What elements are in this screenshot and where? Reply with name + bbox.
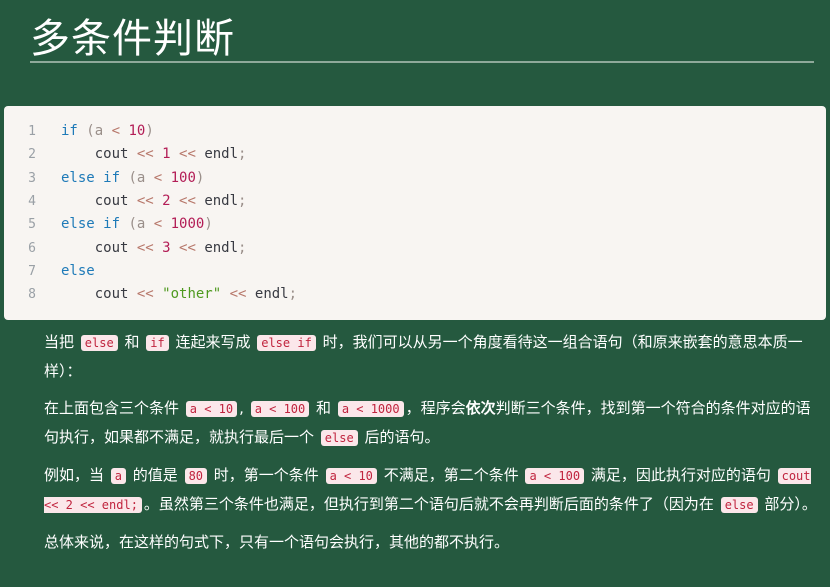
text: 满足，因此执行对应的语句 [586, 466, 776, 484]
explanation-text: 当把 else 和 if 连起来写成 else if 时，我们可以从另一个角度看… [44, 328, 822, 565]
inline-code: a < 100 [525, 468, 585, 484]
text: 和 [311, 399, 336, 417]
line-number: 1 [28, 124, 36, 139]
text: 的值是 [128, 466, 183, 484]
text: 不满足，第二个条件 [378, 466, 524, 484]
code-text: cout << "other" << endl; [61, 286, 298, 303]
inline-code: else if [257, 335, 316, 351]
line-number: 8 [28, 287, 36, 303]
inline-code: a < 10 [185, 401, 238, 417]
inline-code: if [146, 335, 169, 351]
code-text: else [61, 262, 95, 279]
paragraph: 在上面包含三个条件 a < 10, a < 100 和 a < 1000 ，程序会… [44, 394, 822, 452]
text: 连起来写成 [170, 333, 256, 351]
text: 当把 [44, 333, 79, 351]
text: ，程序会 [405, 399, 466, 417]
code-text: cout << 3 << endl; [61, 239, 247, 256]
inline-code: a < 1000 [337, 401, 404, 417]
text: 时，第一个条件 [209, 466, 324, 484]
inline-code: a [110, 468, 127, 484]
line-number: 4 [28, 193, 36, 209]
line-number: 3 [28, 170, 36, 186]
text: 。虽然第三个条件也满足，但执行到第二个语句后就不会再判断后面的条件了（因为在 [143, 495, 719, 513]
code-text: else if (a < 1000) [61, 216, 213, 233]
inline-code: else [720, 497, 758, 513]
text: 部分）。 [759, 495, 817, 513]
text: 在上面包含三个条件 [44, 399, 184, 417]
code-text: cout << 2 << endl; [61, 192, 247, 209]
line-number: 7 [28, 263, 36, 279]
code-text: if (a < 10) [61, 123, 154, 139]
paragraph: 当把 else 和 if 连起来写成 else if 时，我们可以从另一个角度看… [44, 328, 822, 385]
line-number: 6 [28, 240, 36, 256]
text: 后的语句。 [359, 428, 440, 446]
code-text: else if (a < 100) [61, 169, 205, 186]
code-text: cout << 1 << endl; [61, 146, 247, 163]
title-divider [30, 61, 814, 63]
code-block: 1 if (a < 10) 2 cout << 1 << endl; 3 else if… [4, 106, 826, 320]
inline-code: a < 10 [325, 468, 377, 484]
emphasis-text: 依次 [465, 399, 496, 417]
text: 总体来说，在这样的句式下，只有一个语句会执行，其他的都不执行。 [44, 533, 510, 551]
inline-code: 80 [184, 468, 208, 484]
inline-code: else [80, 335, 118, 351]
page-title: 多条件判断 [30, 16, 235, 62]
inline-code: else [320, 430, 358, 446]
line-number: 2 [28, 147, 36, 163]
text: , [239, 399, 249, 417]
paragraph: 例如，当 a 的值是 80 时，第一个条件 a < 10 不满足，第二个条件 a… [44, 461, 822, 519]
inline-code: a < 100 [250, 401, 310, 417]
text: 例如，当 [44, 466, 109, 484]
text: 和 [119, 333, 145, 351]
paragraph: 总体来说，在这样的句式下，只有一个语句会执行，其他的都不执行。 [44, 528, 822, 556]
line-number: 5 [28, 217, 36, 233]
